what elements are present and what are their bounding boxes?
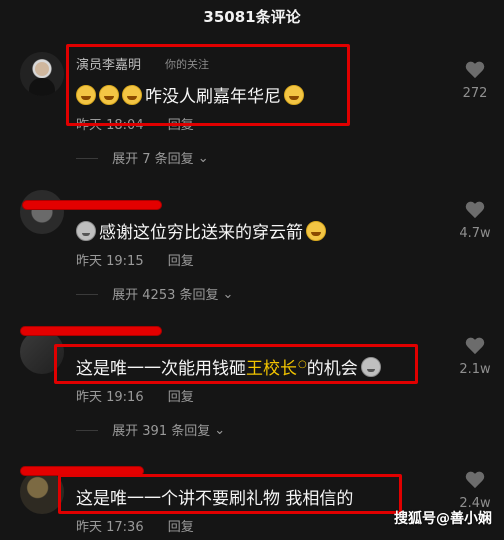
- comment-item-2: 感谢这位穷比送来的穿云箭 昨天 19:15 回复 展开 4253 条回复 ⌄ 4.…: [0, 184, 504, 316]
- chevron-down-icon: ⌄: [197, 151, 209, 166]
- comment-text-content: 咋没人刷嘉年华尼: [145, 87, 281, 107]
- comment-item-3: 这是唯一一次能用钱砸王校长○的机会 昨天 19:16 回复 展开 391 条回复…: [0, 320, 504, 452]
- expand-replies-label: 展开 7 条回复: [112, 152, 194, 167]
- heart-icon: [465, 62, 485, 80]
- timestamp: 昨天 17:36: [76, 520, 144, 535]
- username[interactable]: 演员李嘉明: [76, 54, 141, 73]
- like-count: 2.1w: [459, 362, 491, 377]
- comment-text: 这是唯一一次能用钱砸王校长○的机会: [76, 354, 384, 379]
- reply-button[interactable]: 回复: [168, 390, 194, 405]
- divider-line: [76, 430, 98, 431]
- expand-replies[interactable]: 展开 7 条回复 ⌄: [76, 148, 209, 167]
- avatar[interactable]: [20, 330, 64, 374]
- comment-count-title: 35081条评论: [203, 8, 301, 26]
- expand-replies[interactable]: 展开 4253 条回复 ⌄: [76, 284, 233, 303]
- avatar[interactable]: [20, 52, 64, 96]
- comment-text-suffix: 的机会: [306, 359, 358, 379]
- laughing-tears-emoji-icon: [284, 85, 304, 105]
- like-control[interactable]: 4.7w: [454, 202, 496, 241]
- expand-replies-label: 展开 4253 条回复: [112, 288, 219, 303]
- reply-button[interactable]: 回复: [168, 118, 194, 133]
- redacted-username: [20, 326, 162, 336]
- mention-link[interactable]: 王校长: [246, 359, 297, 379]
- comment-meta: 昨天 18:04 回复: [76, 114, 194, 133]
- timestamp: 昨天 19:15: [76, 254, 144, 269]
- comment-text-content: 这是唯一一个讲不要刷礼物 我相信的: [76, 489, 354, 509]
- following-tag: 你的关注: [165, 58, 209, 71]
- heart-icon: [465, 202, 485, 220]
- like-control[interactable]: 272: [454, 62, 496, 101]
- avatar-body: [29, 78, 55, 96]
- laughing-tears-emoji-icon: [99, 85, 119, 105]
- comment-meta: 昨天 19:16 回复: [76, 386, 194, 405]
- comment-text: 感谢这位穷比送来的穿云箭: [76, 218, 329, 243]
- like-count: 4.7w: [459, 226, 491, 241]
- like-control[interactable]: 2.4w: [454, 472, 496, 511]
- laughing-tears-emoji-icon: [76, 85, 96, 105]
- watermark: 搜狐号@善小娴: [394, 511, 492, 527]
- reply-button[interactable]: 回复: [168, 254, 194, 269]
- search-icon[interactable]: ○: [298, 359, 307, 370]
- comments-header: 35081条评论: [0, 0, 504, 34]
- heart-icon: [465, 472, 485, 490]
- divider-line: [76, 158, 98, 159]
- comment-text: 咋没人刷嘉年华尼: [76, 82, 307, 107]
- chevron-down-icon: ⌄: [222, 287, 234, 302]
- cat-emoji-icon: [76, 221, 96, 241]
- like-count: 272: [462, 86, 488, 101]
- comment-item-1: 演员李嘉明 你的关注 咋没人刷嘉年华尼 昨天 18:04 回复 展开 7 条回复…: [0, 44, 504, 176]
- reply-button[interactable]: 回复: [168, 520, 194, 535]
- comment-text-content: 感谢这位穷比送来的穿云箭: [99, 223, 303, 243]
- avatar[interactable]: [20, 190, 64, 234]
- comment-meta: 昨天 17:36 回复: [76, 516, 194, 535]
- comment-text: 这是唯一一个讲不要刷礼物 我相信的: [76, 484, 353, 509]
- avatar[interactable]: [20, 470, 64, 514]
- redacted-username: [22, 200, 162, 210]
- laughing-tears-emoji-icon: [306, 221, 326, 241]
- like-control[interactable]: 2.1w: [454, 338, 496, 377]
- divider-line: [76, 294, 98, 295]
- cat-emoji-icon: [360, 357, 381, 377]
- expand-replies-label: 展开 391 条回复: [112, 424, 211, 439]
- timestamp: 昨天 18:04: [76, 118, 144, 133]
- avatar-face: [35, 62, 49, 76]
- redacted-username: [20, 466, 144, 476]
- chevron-down-icon: ⌄: [214, 423, 226, 438]
- expand-replies[interactable]: 展开 391 条回复 ⌄: [76, 420, 225, 439]
- laughing-tears-emoji-icon: [122, 85, 142, 105]
- heart-icon: [465, 338, 485, 356]
- comment-meta: 昨天 19:15 回复: [76, 250, 194, 269]
- comment-text-prefix: 这是唯一一次能用钱砸: [76, 359, 246, 379]
- timestamp: 昨天 19:16: [76, 390, 144, 405]
